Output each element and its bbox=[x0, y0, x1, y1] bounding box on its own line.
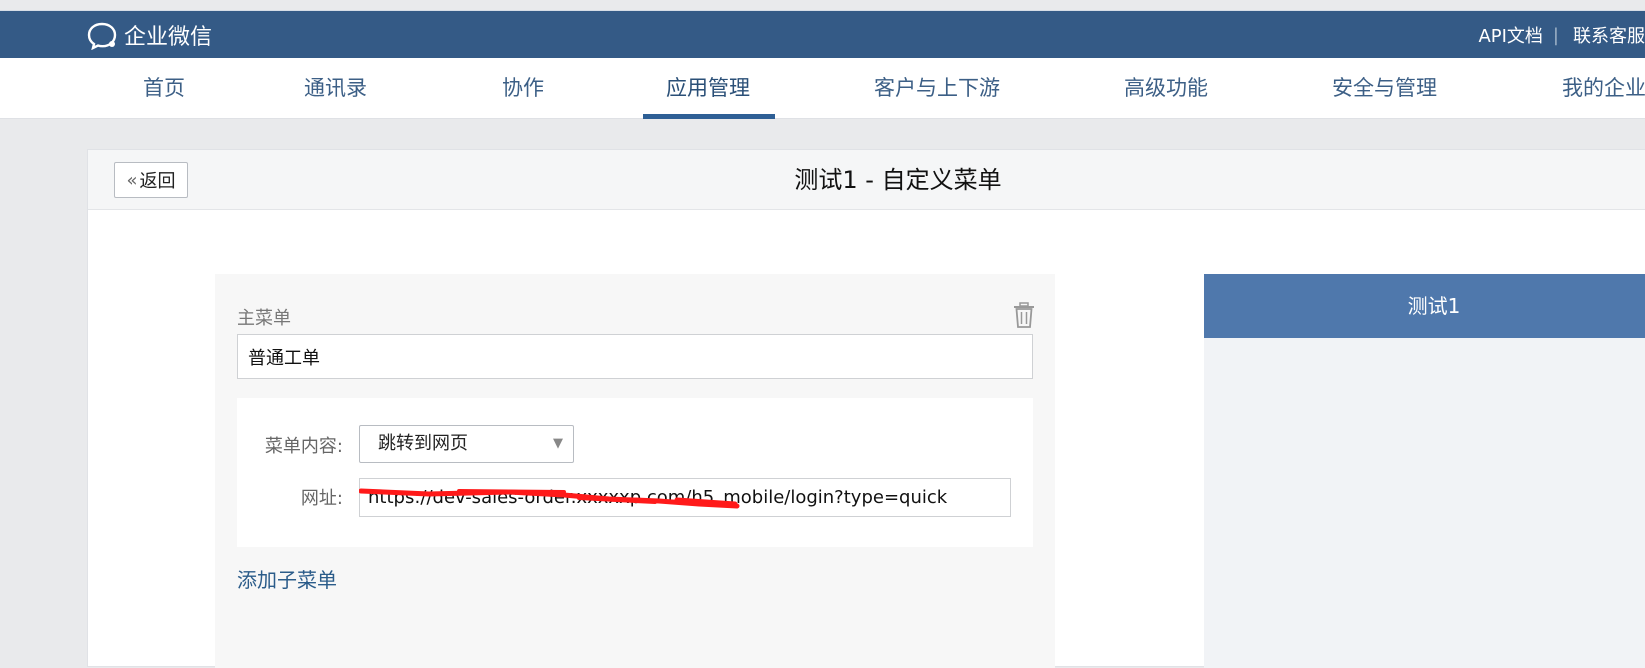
url-label: 网址: bbox=[300, 488, 343, 509]
nav-item-collaboration[interactable]: 协作 bbox=[502, 58, 544, 119]
wecom-logo[interactable]: 企业微信 bbox=[86, 19, 212, 51]
back-button[interactable]: « 返回 bbox=[114, 162, 188, 198]
menu-content-select[interactable]: 跳转到网页 ▼ bbox=[359, 425, 574, 463]
contact-support-link[interactable]: 联系客服 bbox=[1573, 22, 1645, 48]
api-docs-link[interactable]: API文档 bbox=[1478, 22, 1542, 48]
main-menu-name-input[interactable] bbox=[237, 334, 1033, 379]
main-nav: 首页 通讯录 协作 应用管理 客户与上下游 高级功能 安全与管理 我的企业 bbox=[0, 58, 1645, 119]
menu-editor: 主菜单 菜单内容: 跳转到网页 ▼ 网址: 添加子菜单 bbox=[215, 274, 1055, 668]
nav-item-my-company[interactable]: 我的企业 bbox=[1562, 58, 1645, 119]
link-separator: | bbox=[1552, 24, 1559, 46]
add-submenu-link[interactable]: 添加子菜单 bbox=[237, 564, 337, 593]
active-tab-indicator bbox=[643, 114, 775, 119]
trash-icon[interactable] bbox=[1012, 302, 1036, 328]
nav-item-app-management[interactable]: 应用管理 bbox=[666, 58, 750, 119]
double-chevron-left-icon: « bbox=[126, 169, 138, 191]
nav-item-security[interactable]: 安全与管理 bbox=[1332, 58, 1437, 119]
wecom-logo-icon bbox=[87, 22, 117, 50]
menu-content-selected: 跳转到网页 bbox=[378, 433, 468, 454]
url-input[interactable] bbox=[359, 478, 1011, 517]
logo-text: 企业微信 bbox=[124, 25, 213, 50]
nav-item-customers[interactable]: 客户与上下游 bbox=[874, 58, 1000, 119]
custom-menu-panel: « 返回 测试1 - 自定义菜单 主菜单 菜单内容: 跳转到网页 ▼ 网址: bbox=[87, 149, 1645, 668]
nav-item-advanced[interactable]: 高级功能 bbox=[1124, 58, 1208, 119]
main-menu-label: 主菜单 bbox=[237, 308, 291, 329]
back-button-label: 返回 bbox=[139, 171, 176, 192]
nav-item-contacts[interactable]: 通讯录 bbox=[304, 58, 367, 119]
caret-down-icon: ▼ bbox=[553, 436, 563, 451]
panel-header: « 返回 测试1 - 自定义菜单 bbox=[88, 150, 1645, 210]
menu-content-box: 菜单内容: 跳转到网页 ▼ 网址: bbox=[237, 398, 1033, 547]
top-bar: 企业微信 API文档 | 联系客服 bbox=[0, 10, 1645, 58]
page-title: 测试1 - 自定义菜单 bbox=[794, 166, 1002, 194]
menu-preview: 测试1 bbox=[1204, 274, 1645, 668]
top-links: API文档 | 联系客服 bbox=[1478, 11, 1645, 59]
nav-item-home[interactable]: 首页 bbox=[143, 58, 185, 119]
menu-content-label: 菜单内容: bbox=[264, 436, 343, 457]
preview-app-title: 测试1 bbox=[1204, 274, 1645, 338]
